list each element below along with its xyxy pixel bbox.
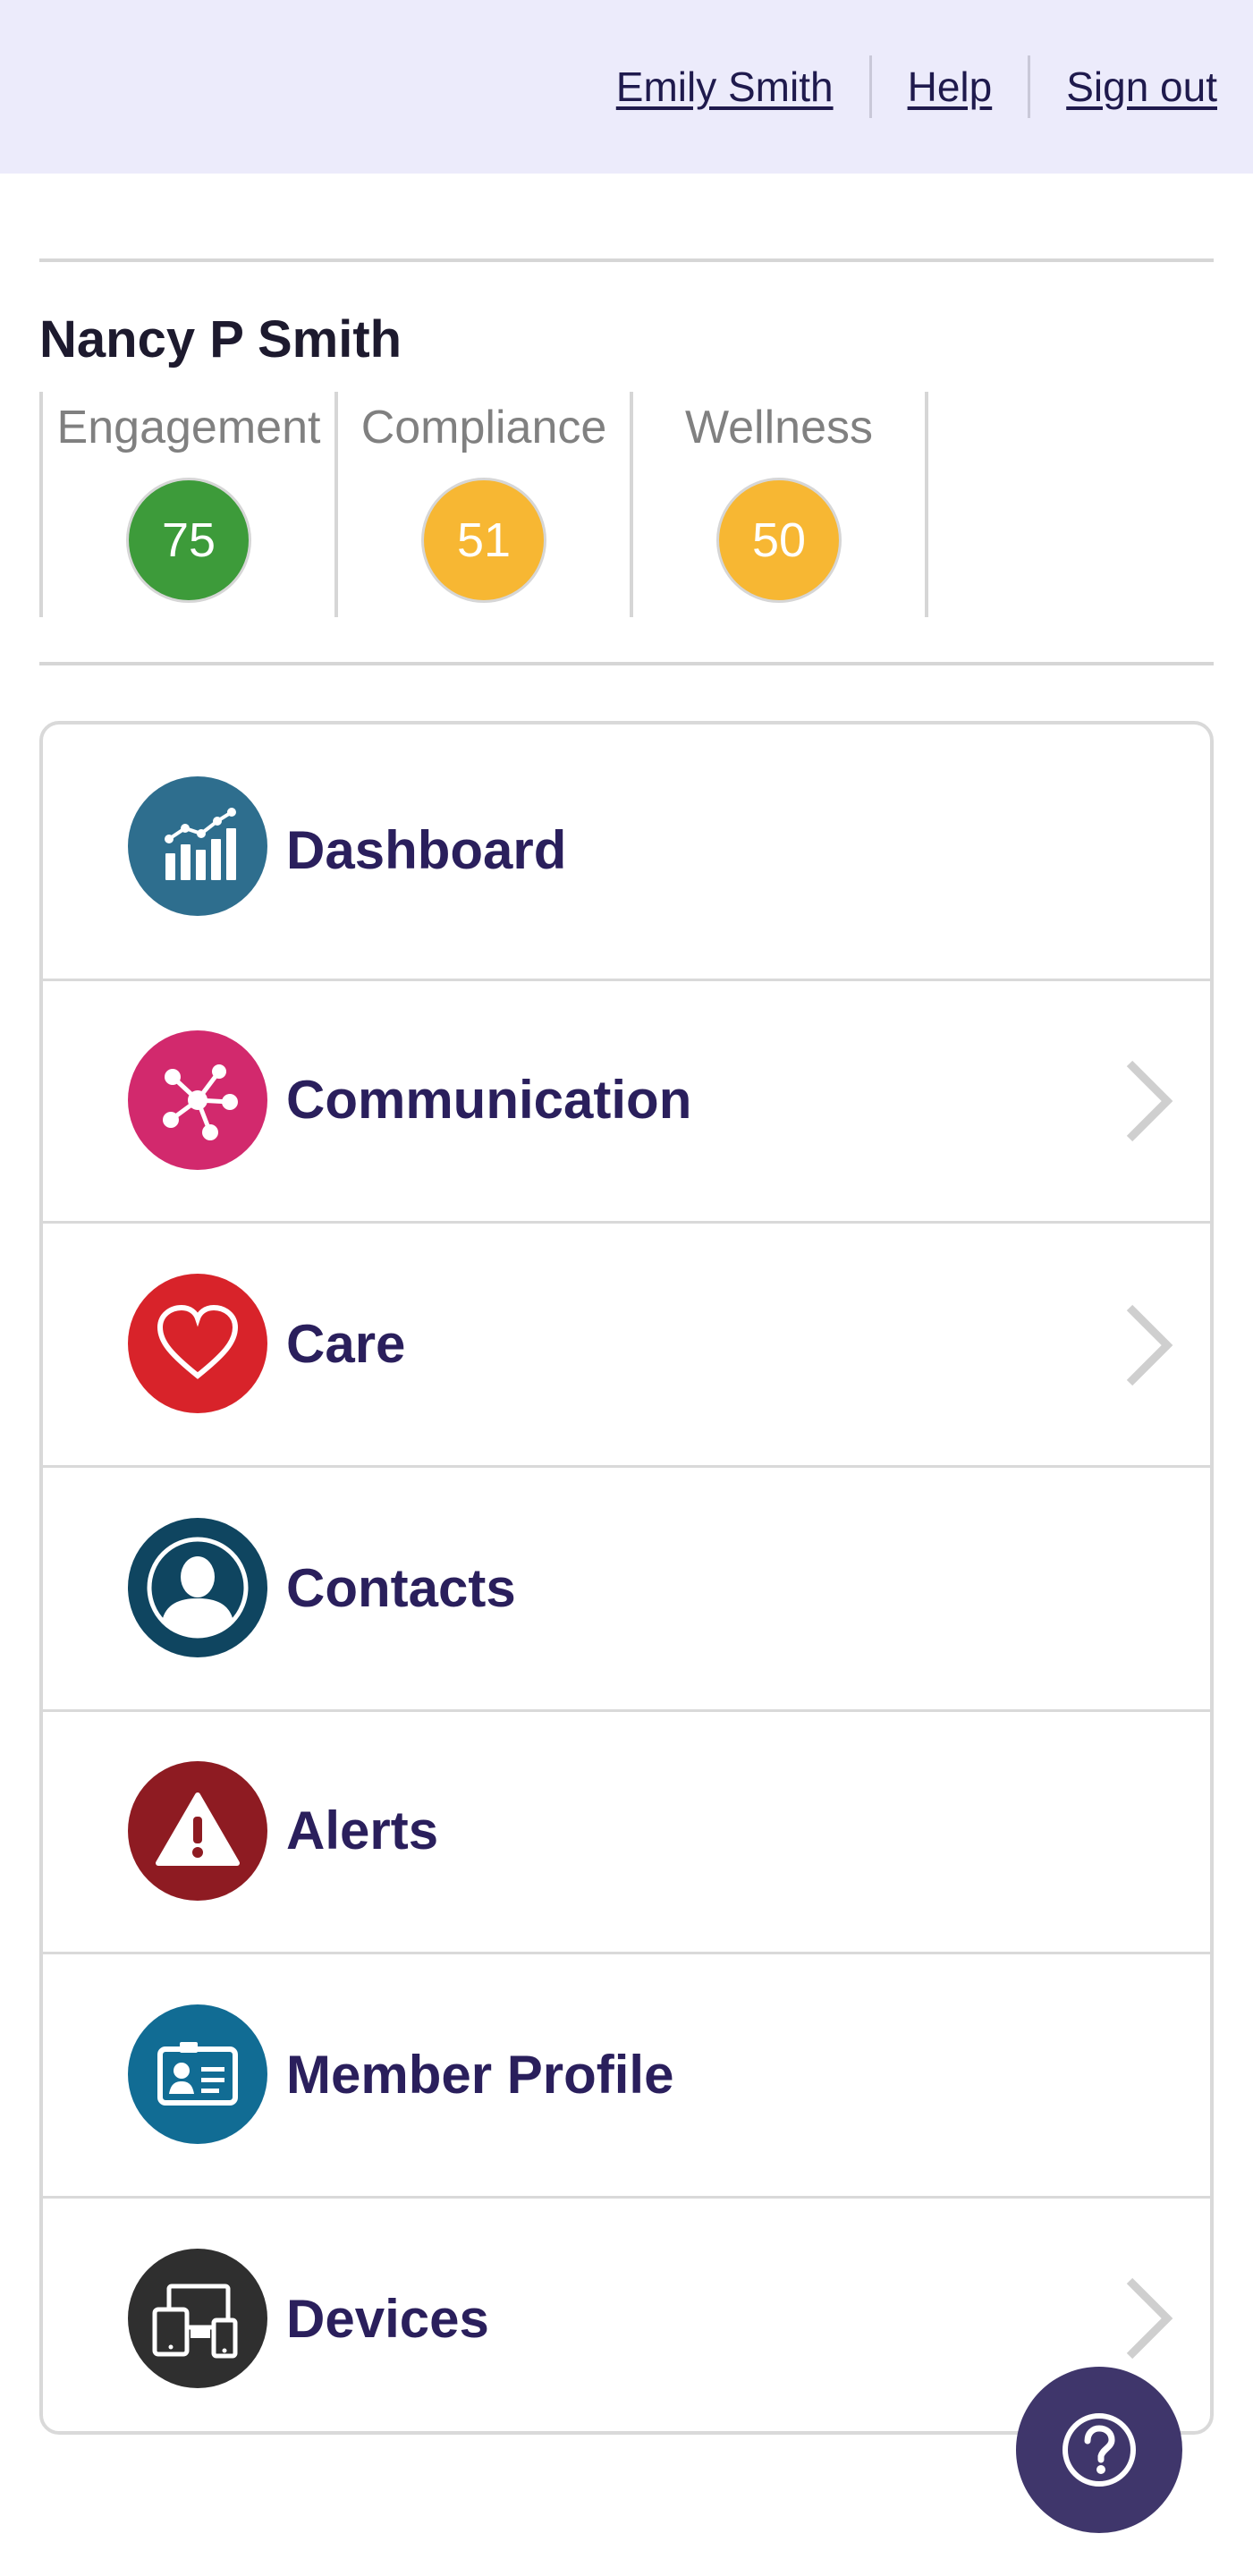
divider	[39, 258, 1214, 262]
menu-label: Alerts	[286, 1801, 439, 1860]
menu-item-care[interactable]: Care	[43, 1224, 1210, 1465]
question-icon	[1063, 2413, 1136, 2487]
main-menu: Dashboard Communication Care Contacts Al…	[39, 721, 1214, 2435]
member-name: Nancy P Smith	[39, 310, 402, 369]
chevron-right-icon	[1126, 2277, 1173, 2360]
score-badge: 75	[126, 478, 251, 603]
menu-item-alerts[interactable]: Alerts	[43, 1712, 1210, 1952]
score-badge: 50	[716, 478, 842, 603]
devices-icon	[128, 2249, 267, 2388]
menu-label: Member Profile	[286, 2045, 674, 2105]
help-button[interactable]	[1016, 2367, 1182, 2533]
person-icon	[128, 1518, 267, 1657]
divider	[39, 662, 1214, 665]
score-label: Wellness	[684, 402, 873, 453]
score-label: Engagement	[56, 402, 321, 453]
menu-label: Communication	[286, 1070, 692, 1130]
menu-label: Contacts	[286, 1558, 516, 1618]
help-link[interactable]: Help	[872, 55, 1029, 118]
menu-label: Care	[286, 1314, 406, 1374]
top-links: Emily Smith Help Sign out	[580, 55, 1217, 118]
score-panel: Engagement 75 Compliance 51 Wellness 50	[39, 392, 928, 617]
heart-icon	[128, 1274, 267, 1413]
user-link[interactable]: Emily Smith	[580, 55, 869, 118]
menu-label: Dashboard	[286, 820, 567, 880]
score-compliance: Compliance 51	[334, 392, 630, 617]
score-badge: 51	[421, 478, 546, 603]
chevron-right-icon	[1126, 1304, 1173, 1386]
network-hub-icon	[128, 1030, 267, 1170]
score-label: Compliance	[360, 402, 607, 453]
menu-item-communication[interactable]: Communication	[43, 981, 1210, 1221]
chevron-right-icon	[1126, 1060, 1173, 1142]
dashboard-chart-icon	[128, 776, 267, 916]
score-engagement: Engagement 75	[39, 392, 334, 617]
signout-link[interactable]: Sign out	[1030, 55, 1217, 118]
top-bar: Emily Smith Help Sign out	[0, 0, 1253, 174]
menu-item-dashboard[interactable]: Dashboard	[43, 724, 1210, 979]
menu-item-member-profile[interactable]: Member Profile	[43, 1954, 1210, 2196]
score-wellness: Wellness 50	[630, 392, 928, 617]
menu-item-contacts[interactable]: Contacts	[43, 1468, 1210, 1709]
id-card-icon	[128, 2004, 267, 2144]
menu-label: Devices	[286, 2289, 489, 2349]
warning-triangle-icon	[128, 1761, 267, 1901]
